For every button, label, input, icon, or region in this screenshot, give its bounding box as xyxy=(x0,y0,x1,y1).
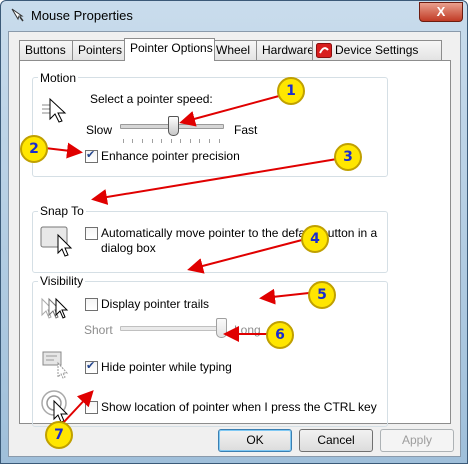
arrow-4 xyxy=(187,239,303,274)
callout-7: 7 xyxy=(45,421,73,449)
annotation-arrows xyxy=(44,95,338,424)
arrow-5 xyxy=(259,288,310,305)
callout-1: 1 xyxy=(277,77,305,105)
callout-3: 3 xyxy=(334,143,362,171)
callout-4: 4 xyxy=(301,225,329,253)
mouse-properties-window: Mouse Properties X Buttons Pointers Poin… xyxy=(0,0,468,464)
arrow-7 xyxy=(62,390,94,424)
arrow-1 xyxy=(179,95,280,127)
callout-6: 6 xyxy=(266,321,294,349)
callout-5: 5 xyxy=(308,281,336,309)
arrow-3 xyxy=(91,158,338,205)
tab-pointer-options[interactable]: Pointer Options xyxy=(124,38,215,61)
arrow-2 xyxy=(44,142,83,159)
callout-2: 2 xyxy=(20,135,48,163)
